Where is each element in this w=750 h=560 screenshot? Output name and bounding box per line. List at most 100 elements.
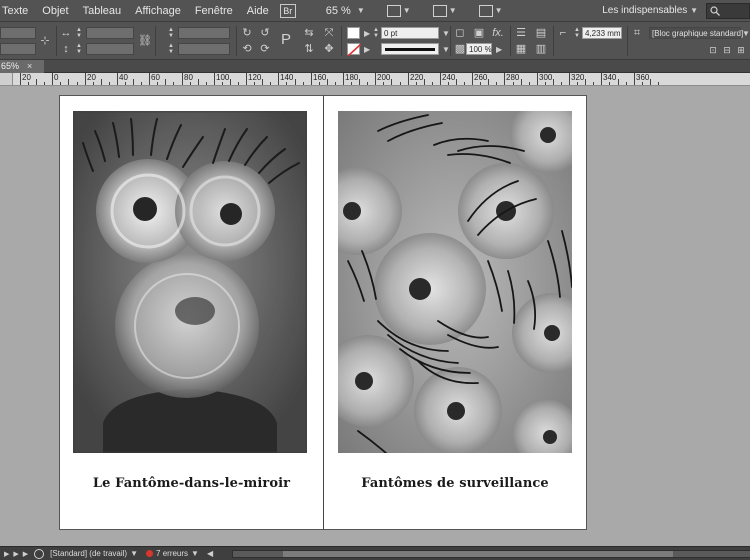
last-page-icon[interactable]: ▶: [23, 550, 28, 558]
shear-icon[interactable]: ⟳: [258, 42, 272, 56]
rotate-icon[interactable]: ↻: [240, 26, 254, 40]
ruler-tick: [198, 79, 199, 85]
flip-icon[interactable]: ⟲: [240, 42, 254, 56]
caption-right[interactable]: Fantômes de surveillance: [324, 476, 586, 491]
reference-point-icon[interactable]: ⊹: [38, 34, 52, 48]
frame-square-icon[interactable]: ◻: [453, 26, 467, 40]
shadow-icon[interactable]: ▣: [472, 26, 486, 40]
ruler-label: 200: [377, 73, 391, 82]
ruler-tick: [618, 79, 619, 85]
search-field[interactable]: [706, 3, 750, 19]
arrange-documents-button[interactable]: ▼: [478, 4, 503, 17]
chevron-down-icon[interactable]: ▼: [442, 29, 450, 38]
chevron-down-icon[interactable]: ▼: [442, 45, 450, 54]
flip-vertical-icon[interactable]: ⇅: [302, 42, 316, 56]
fit-content-icon[interactable]: ⊟: [720, 43, 734, 57]
menu-tableau[interactable]: Tableau: [76, 0, 129, 22]
select-content-icon[interactable]: ✥: [322, 42, 336, 56]
width-field[interactable]: [86, 27, 134, 39]
ruler-tick: [311, 73, 312, 85]
flip-horizontal-icon[interactable]: ⇆: [302, 26, 316, 40]
transform-p-icon[interactable]: P: [279, 32, 293, 47]
scale-x-field[interactable]: [178, 27, 230, 39]
next-page-icon[interactable]: ▶: [13, 550, 18, 558]
ruler-tick: [626, 82, 627, 85]
ghost-portrait-art: [73, 111, 307, 453]
view-options-button[interactable]: ▼: [386, 4, 411, 17]
chevron-down-icon[interactable]: ▼: [191, 549, 199, 558]
workspace-switcher[interactable]: Les indispensables ▼: [602, 0, 698, 22]
ruler-tick: [593, 82, 594, 85]
chevron-right-icon[interactable]: ▶: [364, 29, 370, 38]
menu-texte[interactable]: Texte: [0, 0, 35, 22]
stroke-weight-stepper[interactable]: ▲ ▼: [373, 27, 379, 39]
x-position-field[interactable]: [0, 27, 36, 39]
stroke-type-field[interactable]: [381, 43, 439, 55]
menu-fenetre[interactable]: Fenêtre: [188, 0, 240, 22]
fill-swatch[interactable]: [347, 27, 360, 39]
effects-fx-icon[interactable]: fx.: [491, 26, 505, 40]
height-icon: ↕: [63, 43, 69, 55]
fit-frame-icon[interactable]: ⊞: [734, 43, 748, 57]
zoom-dropdown[interactable]: 65 % ▼: [326, 5, 365, 17]
ruler-tick: [319, 82, 320, 85]
first-page-icon[interactable]: ▶: [4, 550, 9, 558]
ghost-portrait-image[interactable]: [73, 111, 307, 453]
menu-objet[interactable]: Objet: [35, 0, 75, 22]
ruler-label: 20: [87, 73, 96, 82]
height-field[interactable]: [86, 43, 134, 55]
ruler-tick: [44, 82, 45, 85]
scale-y-stepper[interactable]: ▲ ▼: [168, 43, 174, 55]
horizontal-scrollbar[interactable]: [232, 550, 750, 558]
ruler-origin[interactable]: [0, 73, 13, 86]
scale-x-stepper[interactable]: ▲ ▼: [168, 27, 174, 39]
document-tab[interactable]: 65% ×: [0, 60, 44, 73]
ruler-tick: [141, 82, 142, 85]
ruler-label: 100: [216, 73, 230, 82]
horizontal-ruler[interactable]: 20 0 20 40 60 80 100 120 140 160 180 200 220 240 260 28…: [0, 73, 750, 86]
ruler-tick: [262, 79, 263, 85]
scale-y-field[interactable]: [178, 43, 230, 55]
chevron-right-icon[interactable]: ▶: [496, 45, 502, 54]
close-icon[interactable]: ×: [27, 60, 32, 73]
scrollbar-thumb[interactable]: [283, 551, 673, 557]
text-wrap-around-icon[interactable]: ▤: [534, 26, 548, 40]
ruler-tick: [60, 82, 61, 85]
ruler-tick: [20, 73, 21, 85]
scroll-left-icon[interactable]: ◀: [207, 549, 213, 558]
corner-size-field[interactable]: 4,233 mm: [582, 27, 622, 39]
chevron-down-icon[interactable]: ▼: [130, 549, 138, 558]
pasteboard[interactable]: Le Fantôme-dans-le-miroir Fantômes de su…: [0, 87, 750, 546]
screen-mode-button[interactable]: ▼: [432, 4, 457, 17]
menu-aide[interactable]: Aide: [240, 0, 276, 22]
text-wrap-icon[interactable]: ☰: [514, 26, 528, 40]
object-style-dropdown[interactable]: [Bloc graphique standard]: [649, 27, 743, 39]
surveillance-eyes-image[interactable]: [338, 111, 572, 453]
link-icon[interactable]: ⛓: [138, 34, 152, 48]
chevron-right-icon[interactable]: ▶: [364, 45, 370, 54]
wrap-object-icon[interactable]: ▦: [514, 42, 528, 56]
menu-affichage[interactable]: Affichage: [128, 0, 188, 22]
rotate-ccw-icon[interactable]: ↺: [258, 26, 272, 40]
chevron-down-icon[interactable]: ▼: [742, 29, 750, 38]
bridge-button[interactable]: Br: [279, 3, 296, 18]
fitting-icon[interactable]: ⊡: [706, 43, 720, 57]
wrap-jump-icon[interactable]: ▥: [534, 42, 548, 56]
error-count[interactable]: 7 erreurs: [156, 549, 188, 558]
page-right[interactable]: Fantômes de surveillance: [323, 95, 587, 530]
stroke-swatch-none[interactable]: [347, 43, 362, 57]
y-position-field[interactable]: [0, 43, 36, 55]
corner-stepper[interactable]: ▲ ▼: [574, 27, 580, 39]
globe-icon[interactable]: [34, 548, 45, 559]
page-left[interactable]: Le Fantôme-dans-le-miroir: [59, 95, 323, 530]
stroke-weight-field[interactable]: 0 pt: [381, 27, 439, 39]
height-stepper[interactable]: ▲ ▼: [76, 43, 82, 55]
width-stepper[interactable]: ▲ ▼: [76, 27, 82, 39]
opacity-field[interactable]: 100 %: [466, 43, 492, 55]
select-container-icon[interactable]: ⤧: [322, 26, 336, 40]
corner-size-value: 4,233 mm: [585, 29, 621, 38]
preflight-profile[interactable]: [Standard] (de travail): [50, 549, 127, 558]
ruler-tick: [173, 82, 174, 85]
caption-left[interactable]: Le Fantôme-dans-le-miroir: [60, 476, 323, 491]
corner-options-icon[interactable]: ⌐: [556, 26, 570, 40]
